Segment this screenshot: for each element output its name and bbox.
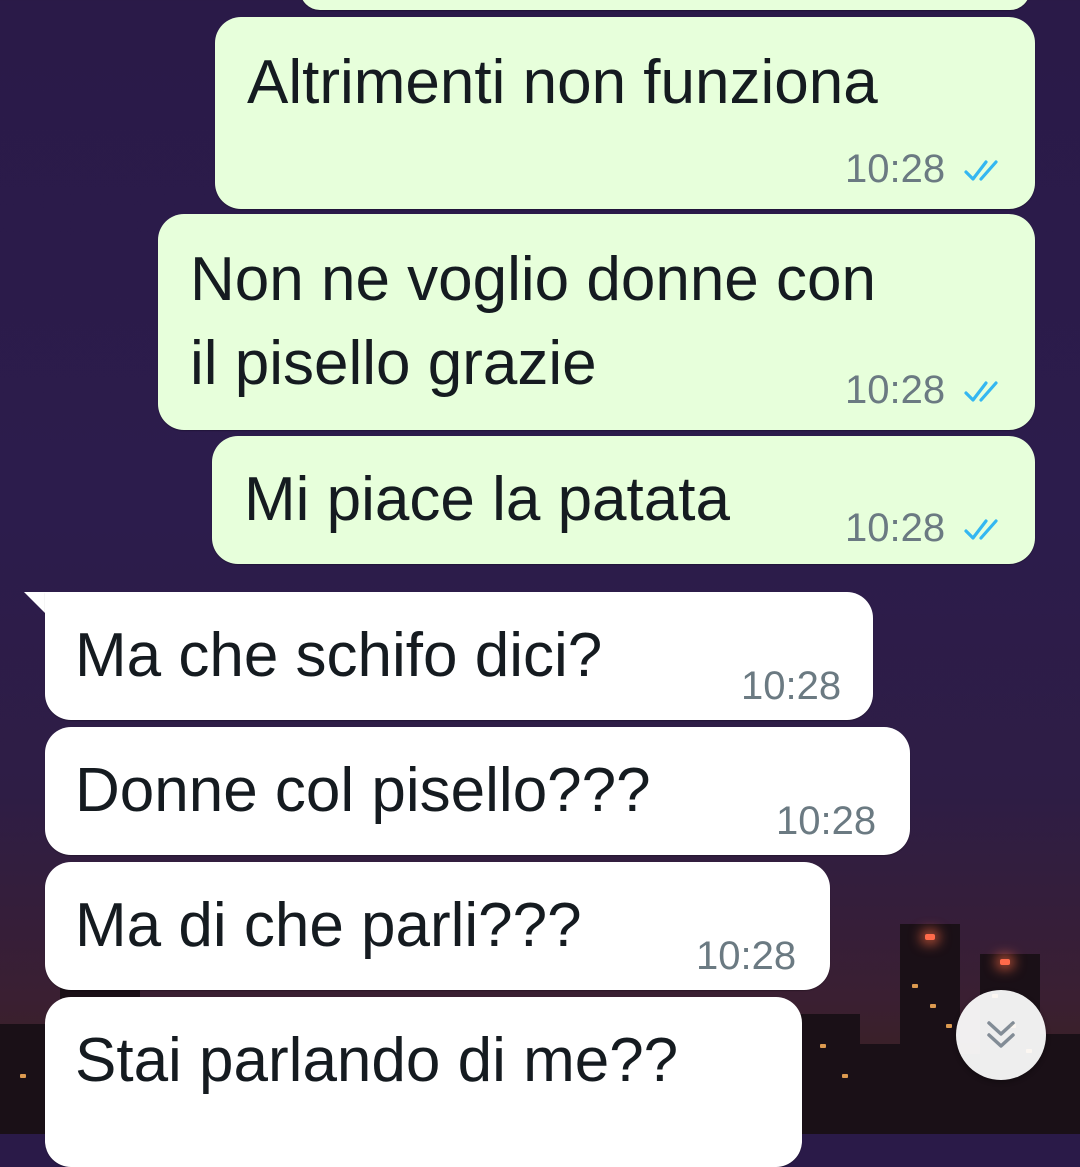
double-check-icon	[964, 381, 998, 402]
outgoing-message-bubble[interactable]: Non ne voglio donne con il pisello grazi…	[158, 214, 1035, 430]
outgoing-message-bubble[interactable]: Altrimenti non funziona 10:28	[215, 17, 1035, 209]
chevron-double-down-icon	[987, 1021, 1015, 1048]
message-time: 10:28	[845, 506, 946, 550]
message-time: 10:28	[776, 799, 877, 843]
message-text: Donne col pisello???	[75, 756, 651, 825]
message-text-line: il pisello grazie	[190, 329, 597, 398]
message-text: Ma che schifo dici?	[75, 621, 603, 690]
message-text: Mi piace la patata	[244, 465, 730, 534]
message-time: 10:28	[845, 368, 946, 412]
outgoing-message-bubble[interactable]: Mi piace la patata 10:28	[212, 436, 1035, 564]
incoming-message-bubble[interactable]: Ma che schifo dici? 10:28	[45, 592, 873, 720]
message-text: Stai parlando di me??	[75, 1026, 679, 1095]
message-time: 10:28	[845, 147, 946, 191]
double-check-icon	[964, 519, 998, 540]
incoming-message-bubble[interactable]: Donne col pisello??? 10:28	[45, 727, 910, 855]
message-time: 10:28	[741, 664, 842, 708]
message-text-line: Non ne voglio donne con	[190, 245, 876, 314]
message-text: Altrimenti non funziona	[247, 48, 878, 117]
chat-view: Altrimenti non funziona 10:28 Non ne vog…	[0, 0, 1080, 1167]
incoming-message-bubble[interactable]: Ma di che parli??? 10:28	[45, 862, 830, 990]
incoming-message-bubble[interactable]: Stai parlando di me??	[45, 997, 802, 1167]
message-text: Ma di che parli???	[75, 891, 582, 960]
message-time: 10:28	[696, 934, 797, 978]
scroll-to-bottom-button[interactable]	[956, 990, 1046, 1080]
outgoing-message-bubble-partial[interactable]	[300, 0, 1030, 10]
double-check-icon	[964, 160, 998, 181]
